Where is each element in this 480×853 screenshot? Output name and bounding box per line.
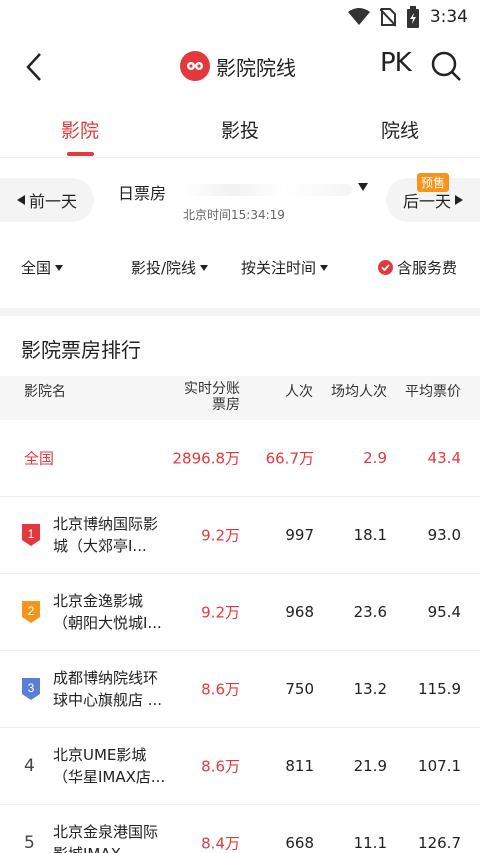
page-title: 影院院线 xyxy=(216,55,296,80)
rank-badge-icon: 3 xyxy=(22,678,40,700)
svg-text:2: 2 xyxy=(28,604,35,618)
col-header-avg-price[interactable]: 平均票价 xyxy=(405,381,461,401)
total-label: 全国 xyxy=(24,449,55,468)
box-office: 9.2万 xyxy=(201,526,240,545)
beijing-time: 北京时间15:34:19 xyxy=(183,208,285,222)
box-office: 8.6万 xyxy=(201,757,240,776)
cinema-name: 北京博纳国际影城（大郊亭I... xyxy=(53,515,159,555)
battery-icon xyxy=(406,6,419,28)
total-row: 全国 2896.8万 66.7万 2.9 43.4 xyxy=(0,420,480,497)
total-avg-per-show: 2.9 xyxy=(363,449,387,467)
date-title[interactable]: 日票房 xyxy=(118,180,166,204)
prev-day-button[interactable]: 前一天 xyxy=(0,178,94,222)
dropdown-triangle-icon xyxy=(320,264,329,271)
admissions: 997 xyxy=(285,526,314,544)
svg-text:1: 1 xyxy=(28,527,35,541)
admissions: 668 xyxy=(285,834,314,852)
total-avg-price: 43.4 xyxy=(427,449,461,467)
sort-filter-label: 按关注时间 xyxy=(241,259,317,277)
avg-price: 107.1 xyxy=(418,757,461,775)
tab-investor[interactable]: 影投 xyxy=(221,116,259,143)
cinema-name: 北京金逸影城（朝阳大悦城I... xyxy=(53,592,162,632)
avg-per-show: 23.6 xyxy=(353,603,387,621)
box-office: 8.4万 xyxy=(201,834,240,853)
triangle-right-icon xyxy=(455,195,463,205)
avg-per-show: 13.2 xyxy=(353,680,387,698)
maoyan-logo-icon xyxy=(180,51,210,81)
filter-row: 全国 影投/院线 按关注时间 含服务费 xyxy=(0,244,480,288)
table-row[interactable]: 1 北京博纳国际影城（大郊亭I... 9.2万 997 18.1 93.0 xyxy=(0,497,480,574)
investor-filter[interactable]: 影投/院线 xyxy=(131,257,209,278)
table-header: 影院名 实时分账 票房 人次 场均人次 平均票价 xyxy=(0,376,480,420)
col-header-name: 影院名 xyxy=(24,384,66,400)
search-icon[interactable] xyxy=(430,50,462,82)
dropdown-triangle-icon[interactable] xyxy=(358,183,368,191)
pk-button[interactable]: PK xyxy=(380,48,412,78)
triangle-left-icon xyxy=(16,195,25,205)
avg-price: 115.9 xyxy=(418,680,461,698)
tab-chain[interactable]: 院线 xyxy=(381,116,419,143)
table-row[interactable]: 2 北京金逸影城（朝阳大悦城I... 9.2万 968 23.6 95.4 xyxy=(0,574,480,651)
avg-price: 95.4 xyxy=(427,603,461,621)
box-office: 8.6万 xyxy=(201,680,240,699)
back-arrow-icon xyxy=(26,53,41,81)
admissions: 811 xyxy=(285,757,314,775)
investor-filter-label: 影投/院线 xyxy=(131,259,197,277)
app-header: 影院院线 PK xyxy=(0,34,480,100)
header-title-group: 影院院线 xyxy=(180,50,296,82)
cinema-name: 成都博纳院线环球中心旗舰店 ... xyxy=(53,669,163,709)
presale-badge: 预售 xyxy=(416,173,449,192)
sort-filter[interactable]: 按关注时间 xyxy=(241,257,329,278)
status-time: 3:34 xyxy=(429,7,468,27)
section-divider xyxy=(0,308,480,316)
dropdown-triangle-icon xyxy=(55,264,64,271)
avg-per-show: 11.1 xyxy=(353,834,387,852)
avg-per-show: 21.9 xyxy=(353,757,387,775)
status-bar: 3:34 xyxy=(0,0,480,34)
tab-cinema[interactable]: 影院 xyxy=(61,116,99,143)
back-button[interactable] xyxy=(18,49,50,85)
cinema-name: 北京金泉港国际影城IMAX... xyxy=(53,823,159,853)
col-header-box-office[interactable]: 实时分账 票房 xyxy=(184,381,240,413)
cinema-name: 北京UME影城（华星IMAX店... xyxy=(53,746,166,786)
col-header-avg-per-show[interactable]: 场均人次 xyxy=(331,381,387,401)
avg-price: 93.0 xyxy=(427,526,461,544)
total-box-office: 2896.8万 xyxy=(172,449,241,468)
total-admissions: 66.7万 xyxy=(265,449,314,468)
table-row[interactable]: 5 北京金泉港国际影城IMAX... 8.4万 668 11.1 126.7 xyxy=(0,805,480,853)
svg-text:3: 3 xyxy=(28,681,35,695)
rank-badge-icon: 2 xyxy=(22,601,40,623)
dropdown-triangle-icon xyxy=(200,264,209,271)
avg-per-show: 18.1 xyxy=(353,526,387,544)
no-sim-icon xyxy=(379,8,396,27)
tab-bar: 影院 影投 院线 xyxy=(0,100,480,158)
admissions: 750 xyxy=(285,680,314,698)
region-filter[interactable]: 全国 xyxy=(21,257,64,278)
table-row[interactable]: 3 成都博纳院线环球中心旗舰店 ... 8.6万 750 13.2 115.9 xyxy=(0,651,480,728)
date-value-blurred xyxy=(182,184,352,196)
wifi-icon xyxy=(347,8,370,25)
service-fee-label: 含服务费 xyxy=(397,259,458,277)
section-title: 影院票房排行 xyxy=(21,338,141,362)
prev-day-label: 前一天 xyxy=(28,192,77,211)
admissions: 968 xyxy=(285,603,314,621)
region-filter-label: 全国 xyxy=(21,259,52,277)
rank-badge-icon: 1 xyxy=(22,524,40,546)
box-office: 9.2万 xyxy=(201,603,240,622)
rank-number: 4 xyxy=(24,756,35,776)
col-header-admissions[interactable]: 人次 xyxy=(285,381,313,401)
date-selector: 前一天 日票房 北京时间15:34:19 后一天 预售 xyxy=(0,158,480,244)
rank-number: 5 xyxy=(24,833,35,853)
table-row[interactable]: 4 北京UME影城（华星IMAX店... 8.6万 811 21.9 107.1 xyxy=(0,728,480,805)
check-icon xyxy=(378,260,393,275)
active-tab-indicator xyxy=(67,152,94,156)
service-fee-toggle[interactable]: 含服务费 xyxy=(378,257,457,278)
avg-price: 126.7 xyxy=(418,834,461,852)
status-icons: 3:34 xyxy=(347,5,468,29)
